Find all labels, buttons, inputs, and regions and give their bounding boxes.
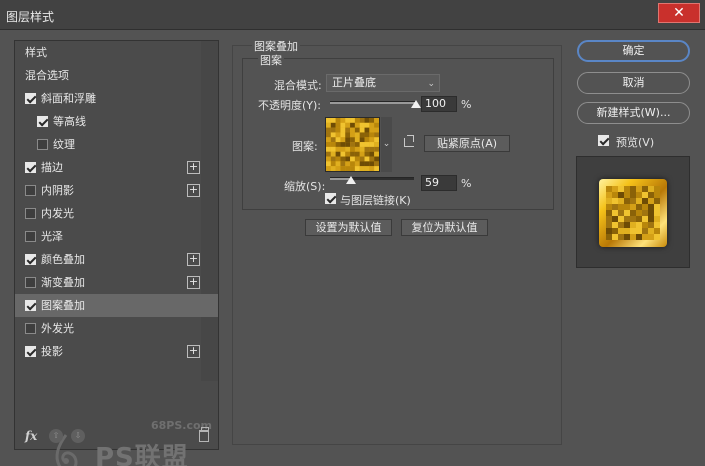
pattern-swatch[interactable] <box>325 117 380 172</box>
opacity-slider[interactable] <box>330 100 421 108</box>
style-item[interactable]: 颜色叠加 + <box>15 248 218 271</box>
move-down-icon[interactable]: ⇩ <box>71 429 85 443</box>
blend-mode-label: 混合模式: <box>274 79 322 92</box>
scale-slider[interactable] <box>330 176 414 184</box>
pattern-label: 图案: <box>292 140 318 153</box>
style-item-label: 混合选项 <box>25 69 69 82</box>
style-item-label: 颜色叠加 <box>41 253 85 266</box>
add-effect-plus-icon[interactable]: + <box>187 184 200 197</box>
style-item-label: 投影 <box>41 345 63 358</box>
add-effect-plus-icon[interactable]: + <box>187 161 200 174</box>
preview-label: 预览(V) <box>616 136 655 149</box>
style-item[interactable]: 图案叠加 <box>15 294 218 317</box>
move-up-icon[interactable]: ⇧ <box>49 429 63 443</box>
style-item-checkbox[interactable] <box>25 162 36 173</box>
style-item-checkbox[interactable] <box>25 277 36 288</box>
style-item-checkbox[interactable] <box>25 346 36 357</box>
preview-checkbox[interactable] <box>598 135 609 146</box>
style-item[interactable]: 光泽 <box>15 225 218 248</box>
style-preview <box>576 156 690 268</box>
style-item[interactable]: 外发光 <box>15 317 218 340</box>
style-item[interactable]: 渐变叠加 + <box>15 271 218 294</box>
preview-texture <box>606 186 660 240</box>
style-item-checkbox[interactable] <box>25 323 36 334</box>
title-bar: 图层样式 ✕ <box>0 0 705 30</box>
style-item-checkbox[interactable] <box>25 208 36 219</box>
opacity-label: 不透明度(Y): <box>258 99 322 112</box>
link-with-layer-checkbox[interactable] <box>325 193 336 204</box>
set-default-button[interactable]: 设置为默认值 <box>305 219 392 236</box>
style-item-checkbox[interactable] <box>37 116 48 127</box>
style-item[interactable]: 投影 + <box>15 340 218 363</box>
chevron-down-icon: ⌄ <box>427 79 435 89</box>
scale-input[interactable]: 59 <box>421 175 457 191</box>
style-item-label: 描边 <box>41 161 63 174</box>
opacity-input[interactable]: 100 <box>421 96 457 112</box>
style-item[interactable]: 纹理 <box>15 133 218 156</box>
blend-mode-value: 正片叠底 <box>332 76 376 89</box>
reset-default-button[interactable]: 复位为默认值 <box>401 219 488 236</box>
add-effect-plus-icon[interactable]: + <box>187 276 200 289</box>
add-effect-plus-icon[interactable]: + <box>187 345 200 358</box>
preview-thumbnail <box>599 179 667 247</box>
style-item-label: 图案叠加 <box>41 299 85 312</box>
style-item[interactable]: 描边 + <box>15 156 218 179</box>
style-item-label: 光泽 <box>41 230 63 243</box>
style-item-checkbox[interactable] <box>25 300 36 311</box>
style-item-checkbox[interactable] <box>25 231 36 242</box>
styles-list: 样式混合选项斜面和浮雕等高线纹理描边 + 内阴影 + 内发光光泽颜色叠加 + 渐变叠加 + 图案… <box>15 41 218 363</box>
blend-mode-select[interactable]: 正片叠底 ⌄ <box>326 74 440 92</box>
ok-button[interactable]: 确定 <box>577 40 690 62</box>
fx-icon[interactable]: fx <box>25 429 37 443</box>
close-icon: ✕ <box>673 5 685 21</box>
window-title: 图层样式 <box>6 10 55 24</box>
style-item-label: 斜面和浮雕 <box>41 92 96 105</box>
style-item-label: 外发光 <box>41 322 74 335</box>
new-preset-icon[interactable] <box>404 135 414 147</box>
section-title: 图案 <box>258 52 284 68</box>
style-item-checkbox[interactable] <box>37 139 48 150</box>
scale-unit: % <box>461 177 472 190</box>
style-item-label: 内阴影 <box>41 184 74 197</box>
style-item-label: 样式 <box>25 46 47 59</box>
style-item[interactable]: 斜面和浮雕 <box>15 87 218 110</box>
snap-to-origin-button[interactable]: 贴紧原点(A) <box>424 135 510 152</box>
styles-panel: 样式混合选项斜面和浮雕等高线纹理描边 + 内阴影 + 内发光光泽颜色叠加 + 渐变叠加 + 图案… <box>14 40 219 466</box>
add-effect-plus-icon[interactable]: + <box>187 253 200 266</box>
style-item[interactable]: 内阴影 + <box>15 179 218 202</box>
scale-slider-thumb[interactable] <box>345 176 356 184</box>
chevron-down-icon: ⌄ <box>382 139 391 149</box>
trash-icon[interactable] <box>199 427 209 442</box>
cancel-button[interactable]: 取消 <box>577 72 690 94</box>
style-item-checkbox[interactable] <box>25 185 36 196</box>
style-item-label: 纹理 <box>53 138 75 151</box>
opacity-slider-fill <box>330 102 416 104</box>
new-style-button[interactable]: 新建样式(W)... <box>577 102 690 124</box>
styles-footer: fx ⇧ ⇩ <box>15 425 218 449</box>
style-item-label: 渐变叠加 <box>41 276 85 289</box>
close-button[interactable]: ✕ <box>658 3 700 23</box>
style-item-label: 内发光 <box>41 207 74 220</box>
scale-label: 缩放(S): <box>284 180 326 193</box>
style-item[interactable]: 等高线 <box>15 110 218 133</box>
pattern-picker-button[interactable]: ⌄ <box>381 117 392 172</box>
opacity-unit: % <box>461 98 472 111</box>
style-item-label: 等高线 <box>53 115 86 128</box>
opacity-slider-thumb[interactable] <box>411 100 421 108</box>
link-with-layer-label: 与图层链接(K) <box>340 194 411 207</box>
style-item-checkbox[interactable] <box>25 254 36 265</box>
style-item-checkbox[interactable] <box>25 93 36 104</box>
style-item[interactable]: 混合选项 <box>15 64 218 87</box>
style-item[interactable]: 样式 <box>15 41 218 64</box>
style-item[interactable]: 内发光 <box>15 202 218 225</box>
